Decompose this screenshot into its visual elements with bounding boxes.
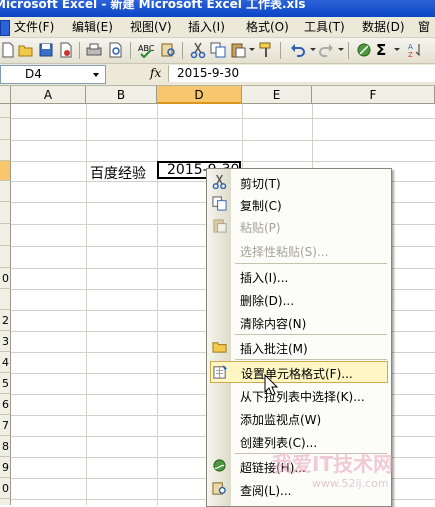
menu-format[interactable]: 格式(O): [246, 19, 289, 35]
menu-view[interactable]: 视图(V): [130, 19, 172, 35]
menu-item-insert[interactable]: 插入(I)...: [207, 265, 391, 287]
menu-item-paste-special[interactable]: 选择性粘贴(S)...: [207, 239, 391, 261]
menu-item-pick-from-list[interactable]: 从下拉列表中选择(K)...: [207, 384, 391, 406]
print-preview-icon[interactable]: [108, 42, 124, 58]
row-header[interactable]: 0: [0, 268, 11, 289]
select-all-corner[interactable]: [0, 86, 11, 104]
menu-tools[interactable]: 工具(T): [304, 19, 345, 35]
row-header[interactable]: 7: [0, 415, 11, 436]
permission-icon[interactable]: [58, 42, 74, 58]
open-icon[interactable]: [18, 42, 34, 58]
formula-input[interactable]: 2015-9-30: [168, 65, 435, 82]
watermark-text: 我爱IT技术网: [272, 452, 394, 476]
menu-item-cut[interactable]: 剪切(T): [207, 171, 391, 193]
format-cells-icon: [213, 364, 228, 379]
row-header[interactable]: 2: [0, 310, 11, 331]
undo-icon[interactable]: [290, 42, 306, 58]
menu-item-delete[interactable]: 删除(D)...: [207, 288, 391, 310]
formula-value: 2015-9-30: [177, 66, 240, 80]
row-header[interactable]: [0, 246, 11, 268]
standard-toolbar: ABC Σ AZ: [0, 38, 435, 64]
menu-item-paste[interactable]: 粘贴(P): [207, 215, 391, 237]
name-box-value: D4: [25, 67, 42, 81]
row-header[interactable]: 0: [0, 478, 11, 499]
svg-text:A: A: [408, 43, 413, 51]
workbook-icon[interactable]: [0, 20, 10, 36]
format-painter-icon[interactable]: [258, 42, 274, 58]
chevron-down-icon[interactable]: [93, 73, 99, 77]
svg-text:Z: Z: [408, 51, 413, 58]
copy-icon[interactable]: [210, 42, 226, 58]
menu-bar: 文件(F) 编辑(E) 视图(V) 插入(I) 格式(O) 工具(T) 数据(D…: [0, 17, 435, 38]
row-header[interactable]: 9: [0, 457, 11, 478]
spelling-icon[interactable]: ABC: [138, 42, 154, 58]
window-title: Microsoft Excel - 新建 Microsoft Excel 工作表…: [0, 0, 306, 11]
cut-icon[interactable]: [190, 42, 206, 58]
row-header[interactable]: 8: [0, 436, 11, 457]
column-header-b[interactable]: B: [86, 86, 157, 104]
row-header[interactable]: 3: [0, 331, 11, 352]
row-header[interactable]: 1: [0, 499, 11, 505]
formula-bar: D4 fx 2015-9-30: [0, 64, 435, 86]
row-header[interactable]: [0, 140, 11, 161]
insert-function-icon[interactable]: fx: [150, 66, 161, 80]
mouse-cursor-icon: [264, 374, 278, 396]
menu-item-copy[interactable]: 复制(C): [207, 193, 391, 215]
save-icon[interactable]: [38, 42, 54, 58]
row-header[interactable]: [0, 181, 11, 202]
research-icon[interactable]: [160, 42, 176, 58]
column-header-e[interactable]: E: [242, 86, 312, 104]
sort-icon[interactable]: AZ: [408, 42, 424, 58]
row-header[interactable]: 5: [0, 373, 11, 394]
row-header[interactable]: 6: [0, 394, 11, 415]
cut-icon: [212, 174, 227, 189]
menu-file[interactable]: 文件(F): [14, 19, 54, 35]
menu-window[interactable]: 窗: [418, 19, 430, 35]
row-header[interactable]: [0, 118, 11, 140]
hyperlink-icon[interactable]: [356, 42, 372, 58]
column-header-f[interactable]: F: [312, 86, 435, 104]
print-icon[interactable]: [86, 42, 102, 58]
row-header[interactable]: 4: [0, 352, 11, 373]
row-header[interactable]: [0, 202, 11, 224]
new-icon[interactable]: [0, 42, 16, 58]
paste-icon: [213, 219, 227, 233]
cell-b4[interactable]: 百度经验: [90, 163, 146, 183]
row-header[interactable]: [0, 104, 11, 118]
column-header-d[interactable]: D: [157, 86, 242, 104]
watermark-url: www.52ij.com: [312, 477, 389, 490]
autosum-icon[interactable]: Σ: [376, 42, 392, 58]
menu-data[interactable]: 数据(D): [362, 19, 405, 35]
hyperlink-icon: [213, 459, 226, 472]
menu-edit[interactable]: 编辑(E): [72, 19, 113, 35]
paste-icon[interactable]: [230, 42, 246, 58]
comment-icon: [212, 342, 227, 353]
menu-item-format-cells[interactable]: 设置单元格格式(F)...: [210, 361, 388, 383]
menu-item-add-watch[interactable]: 添加监视点(W): [207, 407, 391, 429]
menu-item-insert-comment[interactable]: 插入批注(M): [207, 336, 391, 358]
row-header[interactable]: [0, 224, 11, 246]
menu-insert[interactable]: 插入(I): [188, 19, 225, 35]
row-header-selected[interactable]: [0, 161, 11, 181]
svg-text:ABC: ABC: [138, 44, 154, 53]
menu-item-clear-contents[interactable]: 清除内容(N): [207, 311, 391, 333]
column-header-a[interactable]: A: [11, 86, 86, 104]
watermark: 我爱IT技术网 www.52ij.com: [272, 448, 432, 498]
copy-icon: [212, 196, 227, 211]
name-box[interactable]: D4: [0, 65, 106, 84]
row-header[interactable]: [0, 289, 11, 310]
redo-icon[interactable]: [318, 42, 334, 58]
title-bar: Microsoft Excel - 新建 Microsoft Excel 工作表…: [0, 0, 435, 17]
research-icon: [212, 482, 226, 495]
